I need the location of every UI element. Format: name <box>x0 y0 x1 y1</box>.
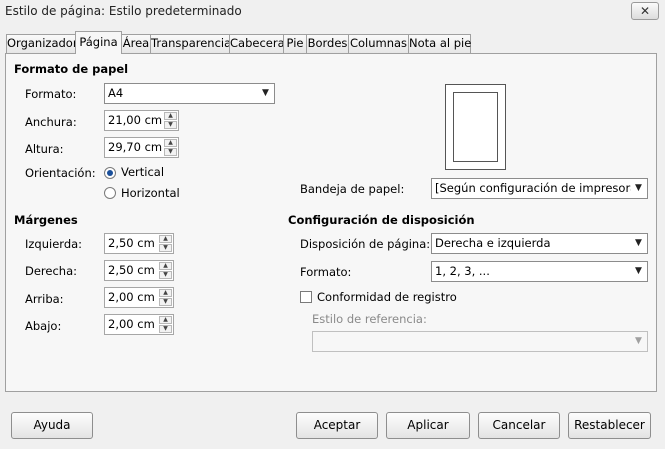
spin-buttons: ▲ ▼ <box>159 262 172 279</box>
orientation-horizontal-label[interactable]: Horizontal <box>121 186 180 200</box>
margin-bottom-label: Abajo: <box>25 319 62 333</box>
ok-button-label: Aceptar <box>313 418 361 432</box>
apply-button[interactable]: Aplicar <box>386 412 470 439</box>
orientation-label: Orientación: <box>25 166 96 180</box>
margin-right-value: 2,50 cm <box>108 263 155 277</box>
spin-buttons: ▲ ▼ <box>159 235 172 252</box>
numbering-format-label: Formato: <box>300 265 352 279</box>
numbering-format-select[interactable]: 1, 2, 3, ... ▼ <box>431 261 648 282</box>
triangle-up-icon[interactable]: ▲ <box>164 139 177 147</box>
chevron-down-icon: ▼ <box>258 85 273 102</box>
width-label: Anchura: <box>25 115 77 129</box>
paper-format-heading: Formato de papel <box>14 62 129 76</box>
margin-top-label: Arriba: <box>25 292 64 306</box>
paper-tray-select[interactable]: [Según configuración de impresora] ▼ <box>431 178 648 199</box>
margin-top-value: 2,00 cm <box>108 290 155 304</box>
triangle-up-icon[interactable]: ▲ <box>159 316 172 324</box>
triangle-up-icon[interactable]: ▲ <box>159 235 172 243</box>
apply-button-label: Aplicar <box>407 418 449 432</box>
triangle-up-icon[interactable]: ▲ <box>159 289 172 297</box>
triangle-down-icon[interactable]: ▼ <box>164 121 177 129</box>
page-preview <box>445 84 506 170</box>
triangle-down-icon[interactable]: ▼ <box>164 148 177 156</box>
page-preview-margins <box>453 92 498 162</box>
margin-left-label: Izquierda: <box>25 237 83 251</box>
spin-buttons: ▲ ▼ <box>159 316 172 333</box>
orientation-horizontal-radio[interactable] <box>104 187 116 199</box>
margin-top-spinner[interactable]: 2,00 cm ▲ ▼ <box>104 287 174 308</box>
chevron-down-icon: ▼ <box>631 263 646 280</box>
margin-left-value: 2,50 cm <box>108 236 155 250</box>
spin-buttons: ▲ ▼ <box>164 112 177 129</box>
spin-buttons: ▲ ▼ <box>164 139 177 156</box>
numbering-format-value: 1, 2, 3, ... <box>435 264 490 278</box>
orientation-vertical-radio[interactable] <box>104 167 116 179</box>
layout-heading: Configuración de disposición <box>288 213 475 227</box>
register-true-checkbox[interactable] <box>300 291 312 303</box>
triangle-down-icon[interactable]: ▼ <box>159 325 172 333</box>
margin-bottom-spinner[interactable]: 2,00 cm ▲ ▼ <box>104 314 174 335</box>
height-label: Altura: <box>25 142 64 156</box>
width-spinner[interactable]: 21,00 cm ▲ ▼ <box>104 110 179 131</box>
chevron-down-icon: ▼ <box>631 180 646 197</box>
triangle-down-icon[interactable]: ▼ <box>159 271 172 279</box>
paper-format-value: A4 <box>108 86 124 100</box>
reset-button-label: Restablecer <box>574 418 645 432</box>
margins-heading: Márgenes <box>14 213 78 227</box>
page-layout-value: Derecha e izquierda <box>435 236 551 250</box>
reset-button[interactable]: Restablecer <box>568 412 651 439</box>
triangle-up-icon[interactable]: ▲ <box>159 262 172 270</box>
triangle-up-icon[interactable]: ▲ <box>164 112 177 120</box>
height-value: 29,70 cm <box>108 140 163 154</box>
reference-style-label: Estilo de referencia: <box>312 312 427 326</box>
help-button[interactable]: Ayuda <box>11 412 93 439</box>
triangle-down-icon[interactable]: ▼ <box>159 298 172 306</box>
cancel-button[interactable]: Cancelar <box>478 412 560 439</box>
help-button-label: Ayuda <box>33 418 71 432</box>
page-layout-label: Disposición de página: <box>300 237 431 251</box>
width-value: 21,00 cm <box>108 113 163 127</box>
paper-tray-label: Bandeja de papel: <box>300 182 405 196</box>
margin-right-spinner[interactable]: 2,50 cm ▲ ▼ <box>104 260 174 281</box>
margin-right-label: Derecha: <box>25 264 78 278</box>
height-spinner[interactable]: 29,70 cm ▲ ▼ <box>104 137 179 158</box>
orientation-vertical-label[interactable]: Vertical <box>121 165 164 179</box>
reference-style-select[interactable]: ▼ <box>312 331 648 352</box>
paper-tray-value: [Según configuración de impresora] <box>435 181 642 195</box>
format-label: Formato: <box>25 87 77 101</box>
margin-bottom-value: 2,00 cm <box>108 317 155 331</box>
margin-left-spinner[interactable]: 2,50 cm ▲ ▼ <box>104 233 174 254</box>
chevron-down-icon: ▼ <box>631 235 646 252</box>
chevron-down-icon: ▼ <box>631 333 646 350</box>
triangle-down-icon[interactable]: ▼ <box>159 244 172 252</box>
spin-buttons: ▲ ▼ <box>159 289 172 306</box>
cancel-button-label: Cancelar <box>492 418 546 432</box>
paper-format-select[interactable]: A4 ▼ <box>104 83 275 104</box>
register-true-label[interactable]: Conformidad de registro <box>317 290 457 304</box>
ok-button[interactable]: Aceptar <box>296 412 378 439</box>
page-layout-select[interactable]: Derecha e izquierda ▼ <box>431 233 648 254</box>
